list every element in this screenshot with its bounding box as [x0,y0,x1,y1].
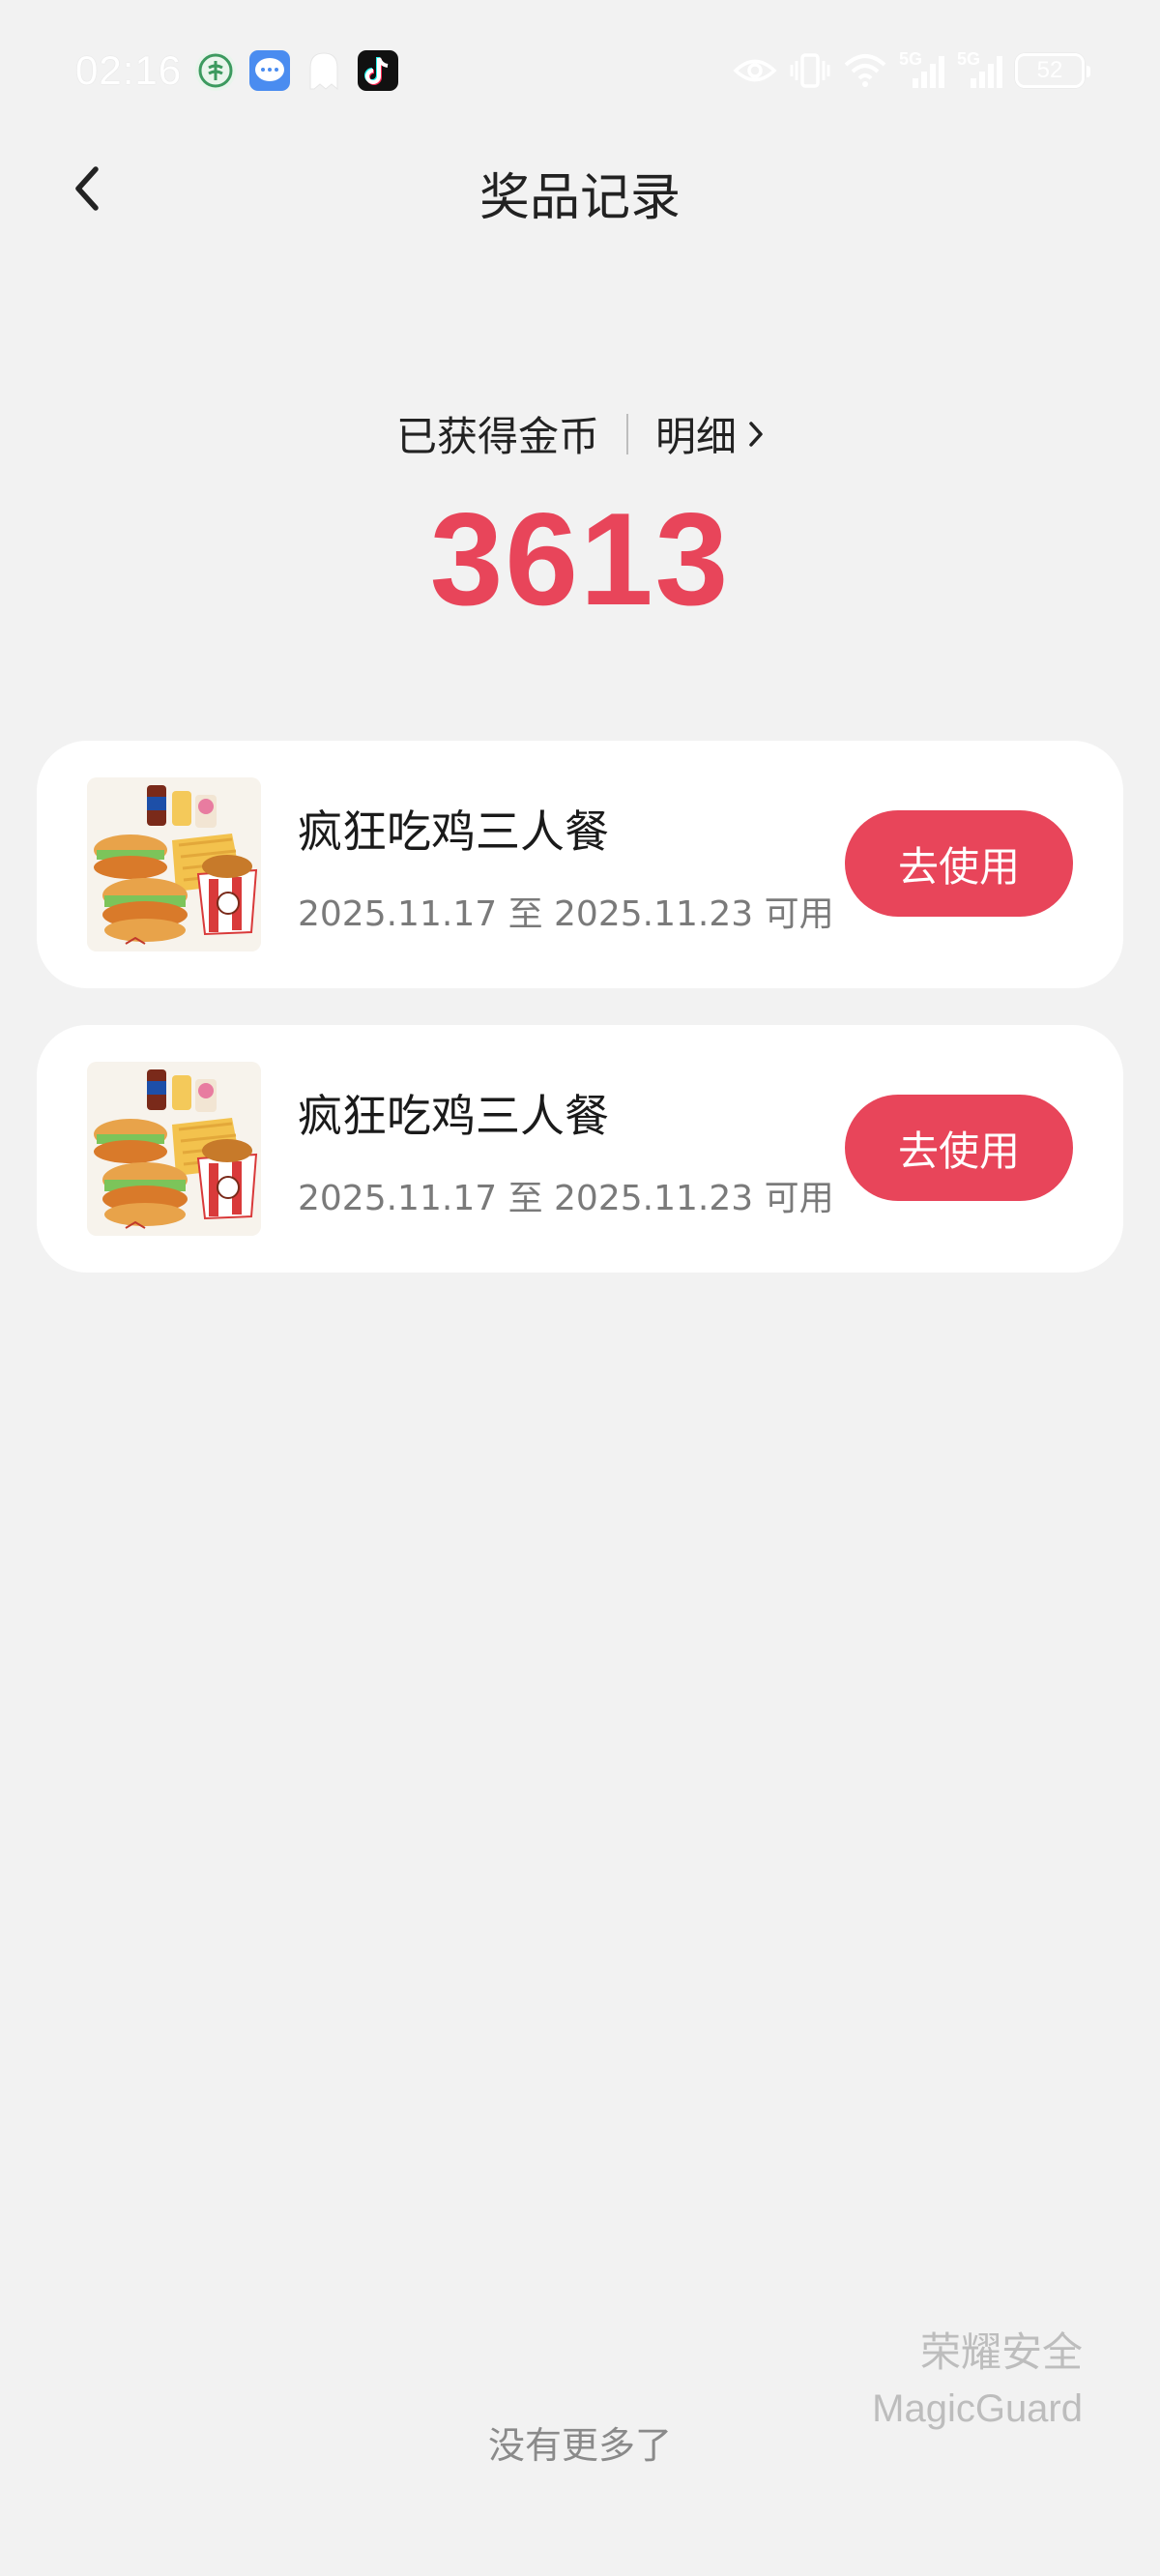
meal-image [87,1062,261,1236]
vibrate-icon [789,51,831,90]
status-right: 5G 5G 52 [733,49,1090,90]
chevron-right-icon [749,421,763,447]
green-leaf-app-icon [195,50,237,91]
tiktok-icon [358,50,399,91]
meal-image [87,777,261,951]
use-button[interactable]: 去使用 [845,810,1073,917]
detail-link[interactable]: 明细 [655,404,764,463]
prize-card: 疯狂吃鸡三人餐 2025.11.17 至 2025.11.23 可用 去使用 [37,741,1123,988]
navigation-bar: 奖品记录 [0,145,1160,232]
coins-value: 3613 [429,485,731,632]
network-type-label: 5G [957,49,981,69]
no-more-text: 没有更多了 [487,2424,672,2467]
use-button[interactable]: 去使用 [845,1095,1073,1201]
prize-name: 疯狂吃鸡三人餐 [298,805,609,858]
signal-5g-icon: 5G [957,49,1003,90]
network-type-label: 5G [899,49,923,69]
signal-5g-icon: 5G [899,49,945,90]
status-bar: 02:16 5G 5G 52 [75,39,1090,102]
detail-label: 明细 [655,413,738,460]
prize-card: 疯狂吃鸡三人餐 2025.11.17 至 2025.11.23 可用 去使用 [37,1025,1123,1273]
battery-icon: 52 [1015,53,1090,88]
wifi-icon [843,53,887,88]
status-time: 02:16 [75,47,183,93]
eye-icon [733,56,777,85]
ghost-notification-icon [304,50,344,91]
status-left: 02:16 [75,47,399,94]
prize-validity: 2025.11.17 至 2025.11.23 可用 [298,894,834,934]
prize-name: 疯狂吃鸡三人餐 [298,1090,609,1142]
divider [626,413,628,454]
chat-bubble-app-icon [249,50,291,91]
coins-header: 已获得金币 明细 [0,404,1160,463]
coins-label: 已获得金币 [395,413,599,460]
prize-validity: 2025.11.17 至 2025.11.23 可用 [298,1179,834,1218]
page-title: 奖品记录 [478,169,681,227]
watermark-line-1: 荣耀安全 [919,2328,1083,2376]
